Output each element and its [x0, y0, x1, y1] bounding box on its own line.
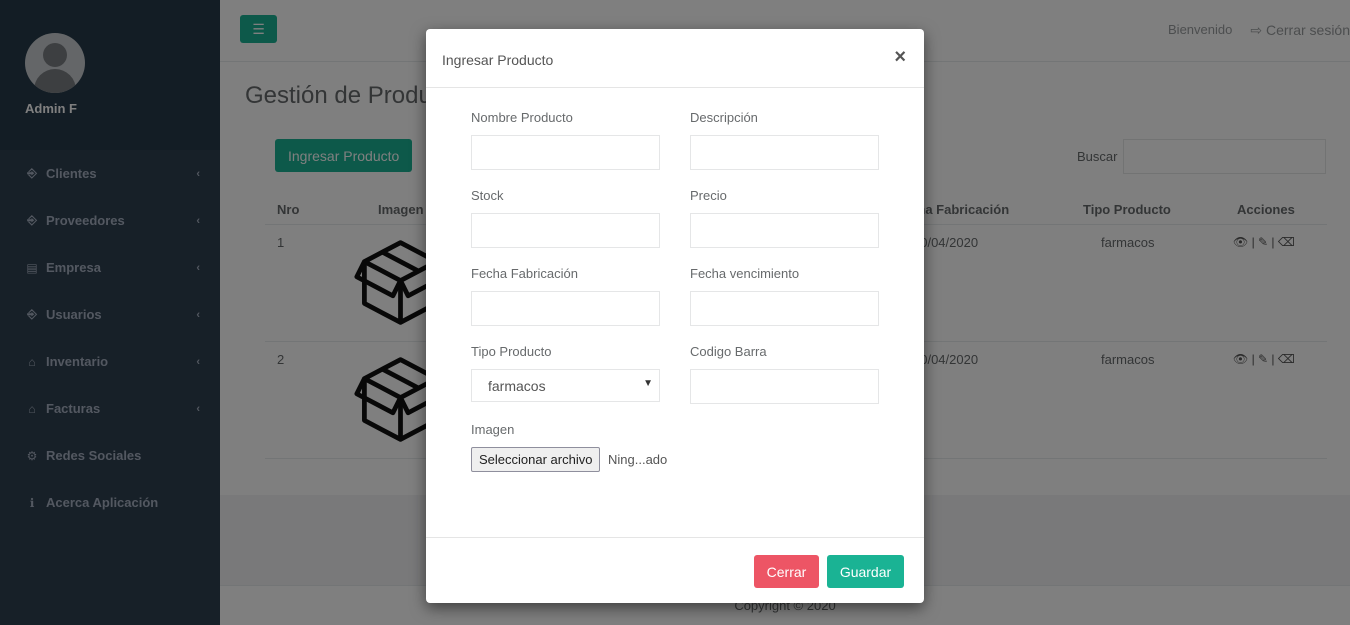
caret-down-icon: ▼ — [643, 378, 653, 389]
precio-input[interactable] — [690, 213, 879, 248]
close-button[interactable]: Cerrar — [754, 555, 819, 588]
descripcion-input[interactable] — [690, 135, 879, 170]
close-icon[interactable]: × — [894, 46, 906, 69]
fecha-fabricacion-label: Fecha Fabricación — [471, 266, 578, 281]
precio-label: Precio — [690, 188, 727, 203]
modal-footer: Cerrar Guardar — [426, 537, 924, 603]
stock-label: Stock — [471, 188, 504, 203]
codigo-barra-label: Codigo Barra — [690, 344, 767, 359]
fecha-vencimiento-input[interactable] — [690, 291, 879, 326]
nombre-input[interactable] — [471, 135, 660, 170]
tipo-producto-label: Tipo Producto — [471, 344, 552, 359]
descripcion-label: Descripción — [690, 110, 758, 125]
fecha-fabricacion-input[interactable] — [471, 291, 660, 326]
file-select-button[interactable]: Seleccionar archivo — [471, 447, 601, 472]
codigo-barra-input[interactable] — [690, 369, 879, 404]
fecha-vencimiento-label: Fecha vencimiento — [690, 266, 800, 281]
file-status-text: Ning...ado — [608, 452, 668, 467]
tipo-producto-value: farmacos — [488, 378, 546, 394]
modal-title: Ingresar Producto — [442, 52, 554, 68]
add-product-modal: Ingresar Producto × Nombre Producto Desc… — [426, 29, 924, 603]
save-button[interactable]: Guardar — [827, 555, 904, 588]
nombre-label: Nombre Producto — [471, 110, 573, 125]
modal-header: Ingresar Producto × — [426, 29, 924, 88]
imagen-label: Imagen — [471, 422, 515, 437]
tipo-producto-select[interactable]: farmacos ▼ — [471, 369, 660, 402]
stock-input[interactable] — [471, 213, 660, 248]
